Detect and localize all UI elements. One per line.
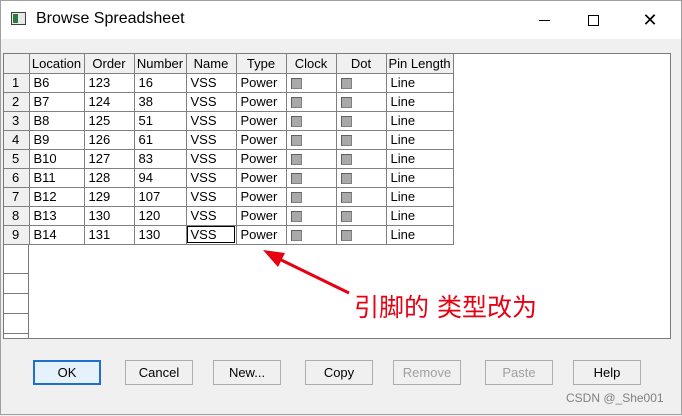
help-button[interactable]: Help bbox=[573, 360, 641, 385]
new-button[interactable]: New... bbox=[213, 360, 281, 385]
copy-button[interactable]: Copy bbox=[305, 360, 373, 385]
paste-button[interactable]: Paste bbox=[485, 360, 553, 385]
ok-button[interactable]: OK bbox=[33, 360, 101, 385]
annotation-text: 引脚的 类型改为 bbox=[354, 293, 537, 322]
watermark: CSDN @_She001 bbox=[566, 391, 664, 405]
annotation-arrow bbox=[263, 250, 350, 295]
cancel-button[interactable]: Cancel bbox=[125, 360, 193, 385]
remove-button[interactable]: Remove bbox=[393, 360, 461, 385]
browse-spreadsheet-dialog: Browse Spreadsheet ✕ Location Order Numb… bbox=[0, 0, 682, 415]
